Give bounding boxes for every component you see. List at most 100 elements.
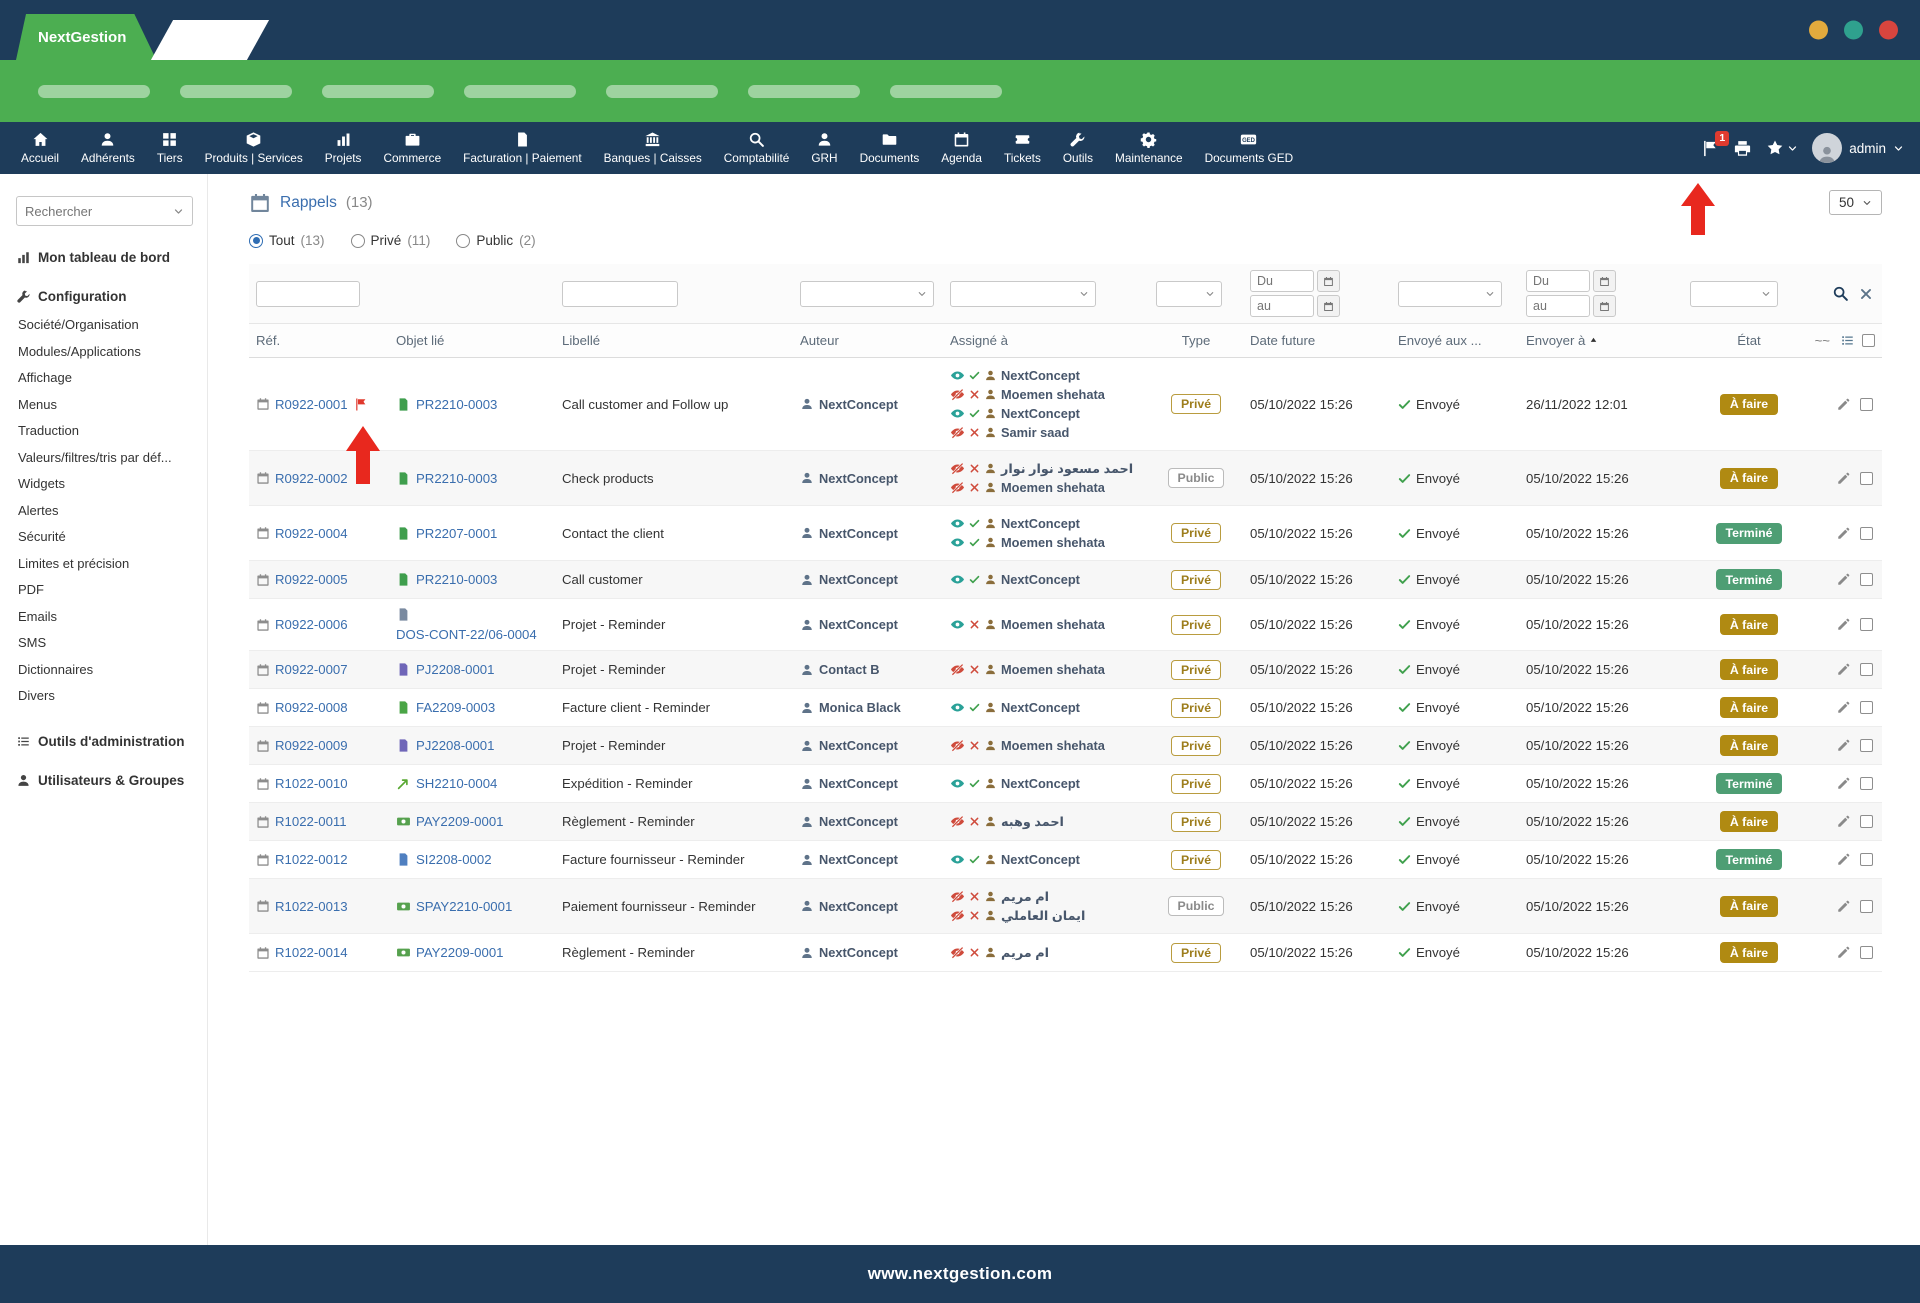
- table-row-R0922-0006[interactable]: R0922-0006DOS-CONT-22/06-0004Projet - Re…: [249, 599, 1882, 651]
- nav-item-adherents[interactable]: Adhérents: [70, 122, 146, 174]
- nav-item-projets[interactable]: Projets: [314, 122, 373, 174]
- search-icon[interactable]: [1832, 285, 1849, 302]
- object-link[interactable]: FA2209-0003: [416, 700, 495, 715]
- menu-pill[interactable]: [180, 85, 292, 98]
- row-checkbox[interactable]: [1860, 663, 1873, 676]
- column-header-envoye_aux[interactable]: Envoyé aux ...: [1391, 324, 1519, 358]
- column-header-libelle[interactable]: Libellé: [555, 324, 793, 358]
- object-link[interactable]: DOS-CONT-22/06-0004: [396, 627, 537, 642]
- pencil-icon[interactable]: [1836, 471, 1851, 486]
- filter-ref-input[interactable]: [256, 281, 360, 307]
- table-row-R1022-0013[interactable]: R1022-0013SPAY2210-0001Paiement fourniss…: [249, 879, 1882, 934]
- row-checkbox[interactable]: [1860, 777, 1873, 790]
- table-row-R0922-0002[interactable]: R0922-0002PR2210-0003Check productsNextC…: [249, 451, 1882, 506]
- row-checkbox[interactable]: [1860, 815, 1873, 828]
- maximize-button[interactable]: [1844, 21, 1863, 40]
- pencil-icon[interactable]: [1836, 526, 1851, 541]
- date-picker-button[interactable]: [1593, 270, 1616, 292]
- sidebar-item-limites-et-precision[interactable]: Limites et précision: [18, 551, 193, 578]
- nav-item-outils[interactable]: Outils: [1052, 122, 1104, 174]
- ref-link[interactable]: R0922-0008: [275, 700, 348, 715]
- list-view-icon[interactable]: [1840, 333, 1855, 348]
- ref-link[interactable]: R0922-0006: [275, 617, 348, 632]
- row-checkbox[interactable]: [1860, 618, 1873, 631]
- object-link[interactable]: PR2207-0001: [416, 526, 497, 541]
- pencil-icon[interactable]: [1836, 899, 1851, 914]
- object-link[interactable]: PR2210-0003: [416, 397, 497, 412]
- sidebar-item-alertes[interactable]: Alertes: [18, 498, 193, 525]
- column-header-auteur[interactable]: Auteur: [793, 324, 943, 358]
- sidebar-section-admin-tools[interactable]: Outils d'administration: [16, 734, 193, 749]
- table-row-R0922-0009[interactable]: R0922-0009PJ2208-0001Projet - ReminderNe…: [249, 727, 1882, 765]
- search-input[interactable]: [25, 204, 173, 219]
- close-button[interactable]: [1879, 21, 1898, 40]
- row-checkbox[interactable]: [1860, 853, 1873, 866]
- filter-radio-prive[interactable]: Privé(11): [351, 233, 431, 248]
- nav-item-facturation-paiement[interactable]: Facturation | Paiement: [452, 122, 592, 174]
- filter-date_future-to-input[interactable]: [1250, 295, 1314, 317]
- object-link[interactable]: PAY2209-0001: [416, 945, 504, 960]
- table-row-R0922-0007[interactable]: R0922-0007PJ2208-0001Projet - ReminderCo…: [249, 651, 1882, 689]
- filter-auteur-select[interactable]: [800, 281, 934, 307]
- nav-item-maintenance[interactable]: Maintenance: [1104, 122, 1194, 174]
- date-picker-button[interactable]: [1317, 295, 1340, 317]
- column-header-etat[interactable]: État: [1683, 324, 1815, 358]
- row-checkbox[interactable]: [1860, 739, 1873, 752]
- clear-icon[interactable]: [1859, 287, 1873, 301]
- sidebar-item-dictionnaires[interactable]: Dictionnaires: [18, 657, 193, 684]
- sidebar-item-societe-organisation[interactable]: Société/Organisation: [18, 312, 193, 339]
- ref-link[interactable]: R0922-0002: [275, 471, 348, 486]
- filter-envoyer_a-to-input[interactable]: [1526, 295, 1590, 317]
- ref-link[interactable]: R1022-0012: [275, 852, 348, 867]
- nav-item-agenda[interactable]: Agenda: [930, 122, 993, 174]
- object-link[interactable]: SPAY2210-0001: [416, 899, 512, 914]
- table-row-R1022-0011[interactable]: R1022-0011PAY2209-0001Règlement - Remind…: [249, 803, 1882, 841]
- ref-link[interactable]: R1022-0013: [275, 899, 348, 914]
- pencil-icon[interactable]: [1836, 700, 1851, 715]
- filter-envoyer_a-from-input[interactable]: [1526, 270, 1590, 292]
- pencil-icon[interactable]: [1836, 738, 1851, 753]
- page-size-select[interactable]: 50: [1829, 190, 1882, 215]
- pencil-icon[interactable]: [1836, 662, 1851, 677]
- footer-url[interactable]: www.nextgestion.com: [868, 1264, 1053, 1284]
- ref-link[interactable]: R0922-0001: [275, 397, 348, 412]
- row-checkbox[interactable]: [1860, 946, 1873, 959]
- sidebar-item-widgets[interactable]: Widgets: [18, 471, 193, 498]
- nav-item-produits-services[interactable]: Produits | Services: [194, 122, 314, 174]
- filter-assigne-select[interactable]: [950, 281, 1096, 307]
- object-link[interactable]: SH2210-0004: [416, 776, 497, 791]
- ref-link[interactable]: R0922-0005: [275, 572, 348, 587]
- sidebar-item-emails[interactable]: Emails: [18, 604, 193, 631]
- nav-item-accueil[interactable]: Accueil: [10, 122, 70, 174]
- menu-pill[interactable]: [322, 85, 434, 98]
- ref-link[interactable]: R0922-0009: [275, 738, 348, 753]
- page-title[interactable]: Rappels: [280, 194, 337, 212]
- select-all-checkbox[interactable]: [1862, 334, 1875, 347]
- sidebar-item-traduction[interactable]: Traduction: [18, 418, 193, 445]
- sidebar-item-affichage[interactable]: Affichage: [18, 365, 193, 392]
- nav-item-commerce[interactable]: Commerce: [372, 122, 452, 174]
- ref-link[interactable]: R1022-0010: [275, 776, 348, 791]
- object-link[interactable]: PJ2208-0001: [416, 662, 494, 677]
- sidebar-search[interactable]: [16, 196, 193, 226]
- ref-link[interactable]: R0922-0007: [275, 662, 348, 677]
- filter-radio-public[interactable]: Public(2): [456, 233, 535, 248]
- table-row-R0922-0004[interactable]: R0922-0004PR2207-0001Contact the clientN…: [249, 506, 1882, 561]
- filter-envoye_aux-select[interactable]: [1398, 281, 1502, 307]
- filter-type-select[interactable]: [1156, 281, 1222, 307]
- pencil-icon[interactable]: [1836, 617, 1851, 632]
- object-link[interactable]: PR2210-0003: [416, 471, 497, 486]
- pencil-icon[interactable]: [1836, 814, 1851, 829]
- object-link[interactable]: PAY2209-0001: [416, 814, 504, 829]
- menu-pill[interactable]: [890, 85, 1002, 98]
- ref-link[interactable]: R0922-0004: [275, 526, 348, 541]
- sidebar-item-divers[interactable]: Divers: [18, 683, 193, 710]
- nav-item-documents[interactable]: Documents: [849, 122, 931, 174]
- object-link[interactable]: PJ2208-0001: [416, 738, 494, 753]
- column-header-assigne[interactable]: Assigné à: [943, 324, 1149, 358]
- menu-pill[interactable]: [38, 85, 150, 98]
- sidebar-item-pdf[interactable]: PDF: [18, 577, 193, 604]
- user-menu[interactable]: admin: [1812, 133, 1904, 163]
- filter-etat-select[interactable]: [1690, 281, 1778, 307]
- table-row-R1022-0012[interactable]: R1022-0012SI2208-0002Facture fournisseur…: [249, 841, 1882, 879]
